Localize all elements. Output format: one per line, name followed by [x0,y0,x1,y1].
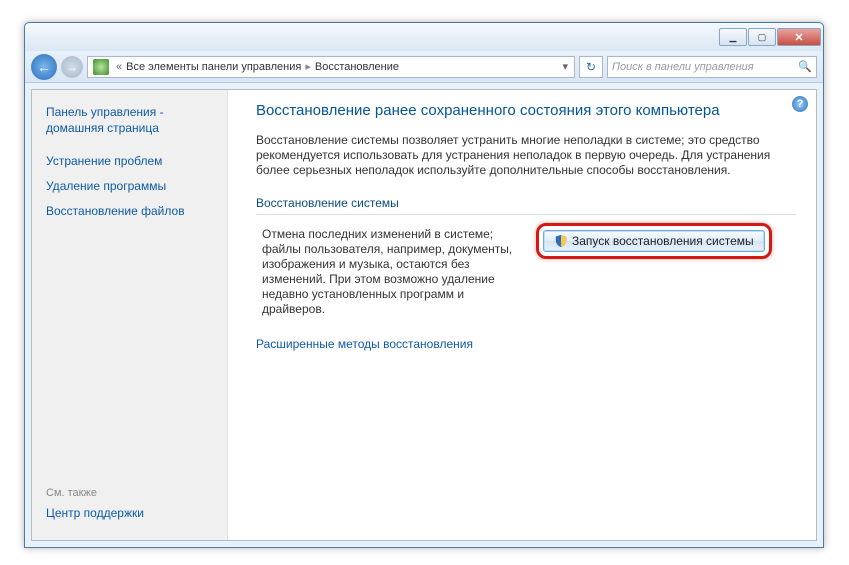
page-title: Восстановление ранее сохраненного состоя… [256,102,796,119]
search-icon: 🔍 [798,60,812,73]
highlighted-frame: Запуск восстановления системы [536,223,772,259]
maximize-button[interactable]: ▢ [748,28,776,46]
back-button[interactable]: ← [31,54,57,80]
refresh-icon: ↻ [586,60,596,74]
control-panel-window: ▁ ▢ ✕ ← → « Все элементы панели управлен… [24,22,824,548]
breadcrumb-item-root[interactable]: Все элементы панели управления [126,61,301,73]
section-body: Отмена последних изменений в системе; фа… [256,223,796,317]
spacer [46,228,217,487]
arrow-left-icon: ← [37,59,51,75]
intro-text: Восстановление системы позволяет устрани… [256,133,796,178]
chevron-right-icon: ▸ [301,60,315,73]
sidebar-link-action-center[interactable]: Центр поддержки [46,505,217,521]
spacer [46,145,217,153]
section-description: Отмена последних изменений в системе; фа… [256,223,526,317]
close-button[interactable]: ✕ [777,28,821,46]
search-input[interactable]: Поиск в панели управления 🔍 [607,56,817,78]
forward-button[interactable]: → [61,56,83,78]
refresh-button[interactable]: ↻ [579,56,603,78]
navigation-bar: ← → « Все элементы панели управления ▸ В… [25,51,823,83]
sidebar-home-link[interactable]: Панель управления - домашняя страница [46,104,217,136]
sidebar-link-uninstall[interactable]: Удаление программы [46,178,217,194]
window-titlebar: ▁ ▢ ✕ [25,23,823,51]
search-placeholder: Поиск в панели управления [612,61,754,73]
chevron-down-icon[interactable]: ▾ [558,60,572,73]
arrow-right-icon: → [66,60,78,74]
see-also-label: См. также [46,487,217,499]
start-system-restore-button[interactable]: Запуск восстановления системы [543,230,765,252]
window-body: Панель управления - домашняя страница Ус… [31,89,817,541]
help-icon[interactable]: ? [792,96,808,112]
minimize-button[interactable]: ▁ [719,28,747,46]
breadcrumb-item-current[interactable]: Восстановление [315,61,399,73]
advanced-recovery-link[interactable]: Расширенные методы восстановления [256,337,473,351]
shield-icon [554,234,568,248]
history-dropdown-icon[interactable]: « [112,61,126,73]
button-label: Запуск восстановления системы [572,234,754,248]
breadcrumb[interactable]: « Все элементы панели управления ▸ Восст… [87,56,575,78]
sidebar: Панель управления - домашняя страница Ус… [32,90,228,540]
sidebar-link-troubleshoot[interactable]: Устранение проблем [46,153,217,169]
control-panel-icon [93,59,109,75]
sidebar-link-restore-files[interactable]: Восстановление файлов [46,203,217,219]
main-content: ? Восстановление ранее сохраненного сост… [228,90,816,540]
section-title: Восстановление системы [256,196,796,215]
